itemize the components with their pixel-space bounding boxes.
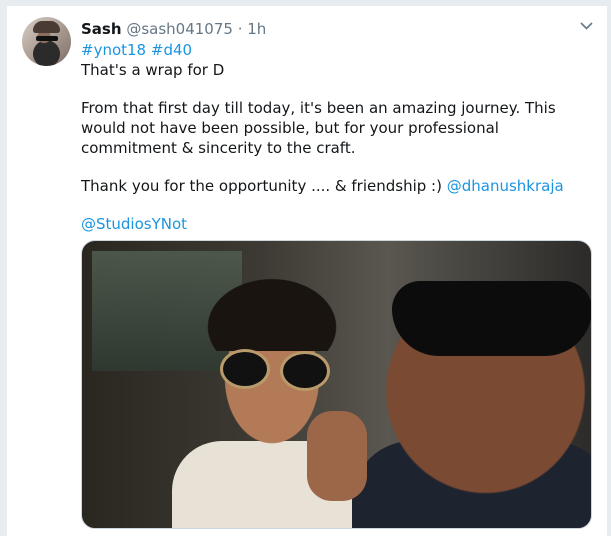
tweet-paragraph3: Thank you for the opportunity .... & fri… [81, 176, 596, 196]
author-name[interactable]: Sash [81, 20, 122, 38]
hashtag-line: #ynot18 #d40 [81, 40, 596, 60]
chevron-down-icon[interactable] [580, 20, 593, 33]
avatar-cap [33, 21, 60, 33]
tweet-card[interactable]: Sash @sash041075 · 1h #ynot18 #d40 That'… [6, 6, 608, 536]
tweet-header: Sash @sash041075 · 1h [81, 19, 266, 39]
hashtag-d40[interactable]: #d40 [151, 41, 192, 59]
thank-you-text: Thank you for the opportunity .... & fri… [81, 177, 447, 195]
photo-hand [307, 411, 367, 501]
photo-glasses-left-lens [220, 349, 270, 389]
avatar-sunglasses [36, 36, 58, 41]
mention-dhanushkraja[interactable]: @dhanushkraja [447, 177, 564, 195]
author-avatar[interactable] [22, 17, 71, 66]
tweet-line1: That's a wrap for D [81, 61, 225, 79]
tweet-timestamp[interactable]: 1h [247, 20, 266, 38]
hashtag-ynot18[interactable]: #ynot18 [81, 41, 146, 59]
tweet-photo[interactable] [81, 240, 592, 529]
tweet-paragraph2: From that first day till today, it's bee… [81, 99, 556, 157]
photo-hair-left [197, 271, 347, 351]
photo-sunglasses-right [392, 281, 591, 356]
photo-glasses-right-lens [280, 351, 330, 391]
tweet-text: #ynot18 #d40 That's a wrap for D From th… [81, 40, 596, 234]
separator-dot: · [237, 20, 243, 38]
author-handle[interactable]: @sash041075 [126, 20, 233, 38]
mention-studiosynot[interactable]: @StudiosYNot [81, 215, 187, 233]
